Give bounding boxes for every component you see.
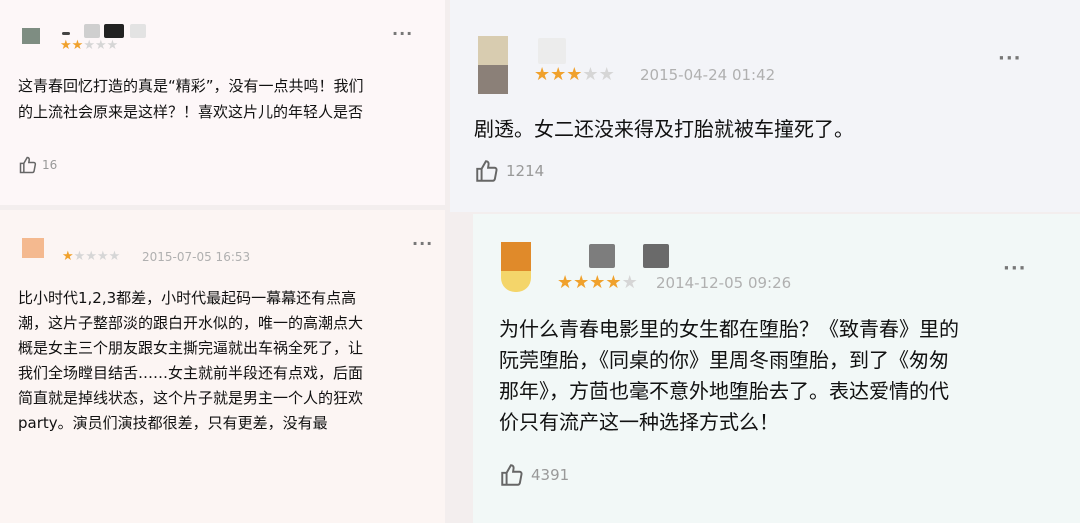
review-card: ★★★★★ 2014-12-05 09:26 ··· 为什么青春电影里的女生都在… — [473, 214, 1080, 523]
filled-star-icon: ★ — [62, 249, 74, 264]
filled-star-icon: ★ — [60, 38, 72, 53]
empty-star-icon: ★ — [85, 249, 97, 264]
thumbs-up-icon — [19, 156, 37, 174]
username-blur — [62, 32, 70, 35]
like-count: 16 — [42, 158, 58, 172]
review-line: 剧透。女二还没来得及打胎就被车撞死了。 — [474, 117, 854, 141]
review-text: 这青春回忆打造的真是“精彩”，没有一点共鸣！我们 的上流社会原来是这样？！喜欢这… — [18, 73, 364, 125]
review-text: 比小时代1,2,3都差，小时代最起码一幕幕还有点高 潮，这片子整部淡的跟白开水似… — [18, 286, 363, 436]
more-options-icon[interactable]: ··· — [392, 24, 413, 43]
rating-stars: ★★★★★ — [62, 249, 120, 264]
review-text: 剧透。女二还没来得及打胎就被车撞死了。 — [474, 114, 854, 144]
empty-star-icon: ★ — [73, 249, 86, 264]
empty-star-icon: ★ — [621, 272, 638, 293]
review-date: 2014-12-05 09:26 — [656, 274, 792, 292]
review-line: 潮，这片子整部淡的跟白开水似的，唯一的高潮点大 — [18, 314, 364, 332]
review-date: 2015-04-24 01:42 — [640, 66, 776, 84]
user-avatar[interactable] — [501, 242, 531, 292]
filled-star-icon: ★ — [566, 64, 583, 85]
review-line: 那年》，方茴也毫不意外地堕胎去了。表达爱情的代 — [499, 379, 949, 403]
filled-star-icon: ★ — [573, 272, 590, 293]
empty-star-icon: ★ — [582, 64, 599, 85]
username-blur — [643, 244, 669, 268]
user-avatar[interactable] — [22, 238, 44, 258]
review-card: ★★★★★ 2015-04-24 01:42 ··· 剧透。女二还没来得及打胎就… — [450, 0, 1080, 212]
review-line: 我们全场瞠目结舌……女主就前半段还有点戏，后面 — [18, 364, 364, 382]
username-blur — [538, 38, 566, 64]
review-line: 简直就是掉线状态，这个片子就是男主一个人的狂欢 — [18, 389, 364, 407]
like-count: 1214 — [506, 162, 545, 180]
review-line: 阮莞堕胎，《同桌的你》里周冬雨堕胎，到了《匆匆 — [499, 348, 949, 372]
more-options-icon[interactable]: ··· — [1003, 258, 1027, 279]
empty-star-icon: ★ — [106, 38, 119, 53]
review-text: 为什么青春电影里的女生都在堕胎？《致青春》里的 阮莞堕胎，《同桌的你》里周冬雨堕… — [499, 314, 959, 438]
review-line: 比小时代1,2,3都差，小时代最起码一幕幕还有点高 — [18, 289, 357, 307]
empty-star-icon: ★ — [94, 38, 107, 53]
review-card: ★★★★★ ··· 这青春回忆打造的真是“精彩”，没有一点共鸣！我们 的上流社会… — [0, 0, 445, 205]
filled-star-icon: ★ — [605, 272, 622, 293]
review-line: 概是女主三个朋友跟女主撕完逼就出车祸全死了，让 — [18, 339, 364, 357]
like-count: 4391 — [531, 466, 570, 484]
like-button[interactable]: 1214 — [474, 158, 544, 184]
user-avatar[interactable] — [22, 28, 40, 44]
more-options-icon[interactable]: ··· — [998, 48, 1022, 69]
rating-stars: ★★★★★ — [557, 272, 638, 293]
filled-star-icon: ★ — [534, 64, 551, 85]
review-line: 价只有流产这一种选择方式么！ — [499, 410, 779, 434]
thumbs-up-icon — [476, 160, 498, 182]
empty-star-icon: ★ — [598, 64, 615, 85]
more-options-icon[interactable]: ··· — [412, 234, 433, 253]
empty-star-icon: ★ — [108, 249, 121, 264]
username-blur — [130, 24, 146, 38]
empty-star-icon: ★ — [96, 249, 109, 264]
filled-star-icon: ★ — [71, 38, 84, 53]
filled-star-icon: ★ — [550, 64, 567, 85]
like-button[interactable]: 4391 — [499, 462, 569, 488]
filled-star-icon: ★ — [589, 272, 606, 293]
rating-stars: ★★★★★ — [534, 64, 615, 85]
username-blur — [104, 24, 124, 38]
username-blur — [84, 24, 100, 38]
review-date: 2015-07-05 16:53 — [142, 250, 251, 264]
empty-star-icon: ★ — [83, 38, 95, 53]
review-line: 这青春回忆打造的真是“精彩”，没有一点共鸣！我们 — [18, 77, 364, 95]
user-avatar[interactable] — [478, 36, 508, 94]
review-line: 的上流社会原来是这样？！喜欢这片儿的年轻人是否 — [18, 103, 364, 121]
filled-star-icon: ★ — [557, 272, 574, 293]
thumbs-up-icon — [501, 464, 523, 486]
like-button[interactable]: 16 — [18, 155, 57, 175]
review-line: party。演员们演技都很差，只有更差，没有最 — [18, 414, 328, 432]
rating-stars: ★★★★★ — [60, 38, 118, 53]
username-blur — [589, 244, 615, 268]
review-line: 为什么青春电影里的女生都在堕胎？《致青春》里的 — [499, 317, 959, 341]
review-card: ★★★★★ 2015-07-05 16:53 ··· 比小时代1,2,3都差，小… — [0, 210, 445, 523]
